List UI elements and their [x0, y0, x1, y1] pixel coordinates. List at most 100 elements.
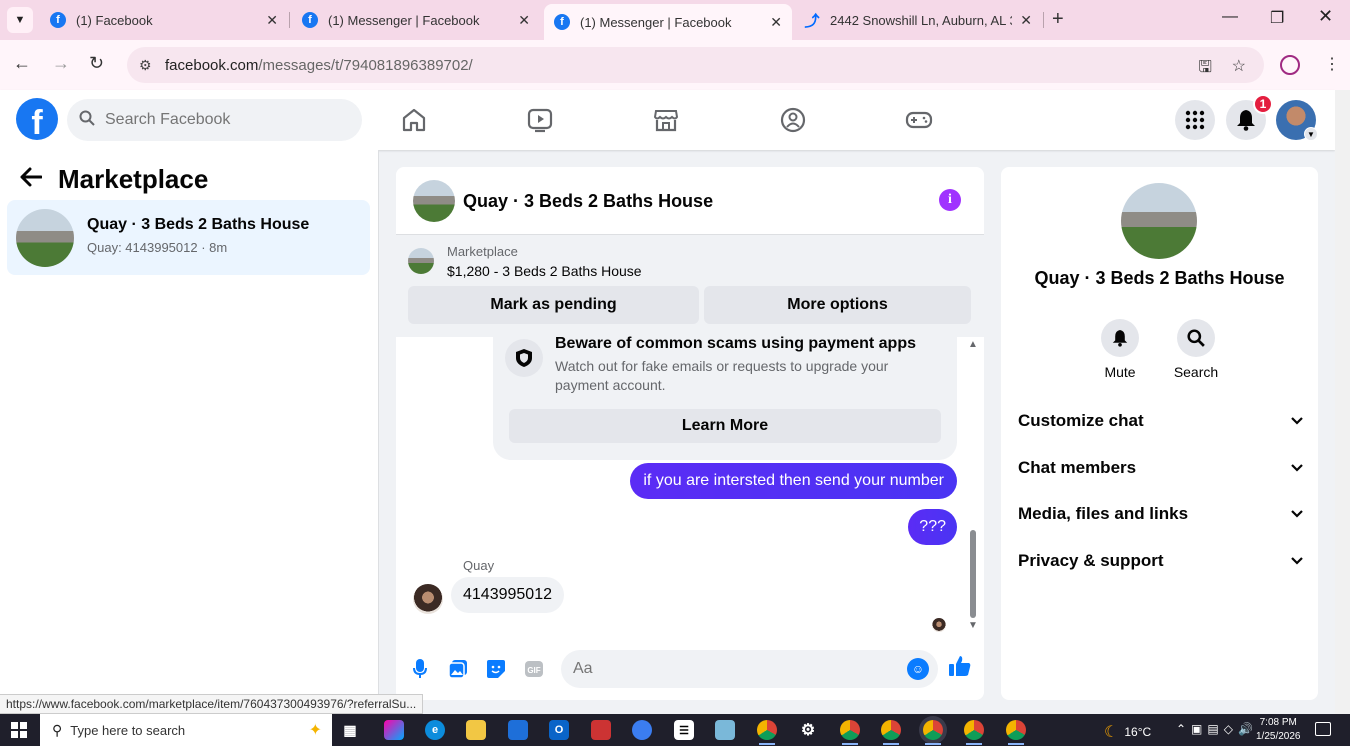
facebook-logo-letter: f — [31, 104, 43, 140]
windows-start-icon[interactable] — [11, 722, 27, 738]
browser-tab-zillow[interactable]: ⤴ 2442 Snowshill Ln, Auburn, AL 3 ✕ — [794, 4, 1042, 36]
facebook-search[interactable] — [67, 99, 362, 141]
copilot-icon[interactable] — [384, 720, 404, 740]
app-icon[interactable] — [632, 720, 652, 740]
app-icon[interactable]: ☰ — [674, 720, 694, 740]
close-tab-icon[interactable]: ✕ — [770, 14, 782, 31]
media-files-links-row[interactable]: Media, files and links — [1018, 502, 1303, 526]
message-thread[interactable]: Beware of common scams using payment app… — [396, 327, 984, 637]
clock-time: 7:08 PM — [1259, 717, 1297, 728]
close-window-icon[interactable]: ✕ — [1318, 6, 1333, 27]
sender-avatar[interactable] — [413, 584, 443, 614]
back-arrow-icon[interactable] — [20, 166, 43, 194]
message-input[interactable] — [573, 660, 893, 678]
tab-search-dropdown-icon[interactable]: ▼ — [7, 7, 33, 33]
back-icon[interactable]: ← — [13, 53, 31, 74]
system-tray-icons[interactable]: ⌃▣▤◇🔊 — [1176, 722, 1258, 736]
forward-icon[interactable]: → — [52, 53, 70, 74]
chat-members-row[interactable]: Chat members — [1018, 456, 1303, 480]
profile-icon[interactable] — [1280, 55, 1300, 75]
scroll-down-arrow-icon[interactable]: ▼ — [968, 620, 978, 631]
reload-icon[interactable]: ↻ — [89, 53, 104, 74]
browser-tab-messenger-active[interactable]: f (1) Messenger | Facebook ✕ — [544, 4, 792, 40]
listing-thumbnail[interactable] — [408, 248, 434, 274]
privacy-support-row[interactable]: Privacy & support — [1018, 549, 1303, 573]
new-tab-icon[interactable]: + — [1052, 8, 1064, 31]
gaming-icon[interactable] — [905, 106, 933, 134]
menu-grid-icon[interactable] — [1175, 100, 1215, 140]
restore-icon[interactable]: ❐ — [1270, 8, 1284, 28]
app-icon[interactable] — [591, 720, 611, 740]
temperature: 16°C — [1124, 725, 1152, 739]
microsoft-store-icon[interactable] — [508, 720, 528, 740]
chrome-icon[interactable] — [840, 720, 860, 745]
mark-as-pending-button[interactable]: Mark as pending — [408, 286, 699, 324]
chrome-icon[interactable] — [964, 720, 984, 745]
close-tab-icon[interactable]: ✕ — [266, 12, 278, 29]
url-domain: facebook.com — [165, 56, 259, 74]
listing-price-title[interactable]: $1,280 - 3 Beds 2 Baths House — [447, 263, 642, 279]
emoji-icon[interactable]: ☺ — [907, 658, 929, 680]
zillow-icon: ⤴ — [804, 12, 820, 30]
photo-icon[interactable] — [446, 657, 470, 681]
gif-icon[interactable]: GIF — [522, 657, 546, 681]
sticker-icon[interactable] — [484, 657, 508, 681]
facebook-logo[interactable]: f — [16, 98, 58, 140]
info-icon[interactable]: i — [939, 189, 961, 211]
url-path: /messages/t/794081896389702/ — [258, 56, 473, 74]
close-tab-icon[interactable]: ✕ — [518, 12, 530, 29]
chat-header: Quay · 3 Beds 2 Baths House i — [396, 167, 984, 235]
page-scrollbar[interactable] — [1335, 90, 1350, 714]
message-input-box[interactable]: ☺ — [561, 650, 938, 688]
minimize-icon[interactable]: — — [1222, 8, 1238, 26]
scroll-up-arrow-icon[interactable]: ▲ — [968, 339, 978, 350]
more-options-button[interactable]: More options — [704, 286, 971, 324]
site-info-icon[interactable]: ⚙ — [139, 57, 161, 74]
home-icon[interactable] — [400, 106, 428, 134]
microphone-icon[interactable] — [408, 657, 432, 681]
search-in-chat-button[interactable]: Search — [1166, 319, 1226, 380]
browser-tab-facebook[interactable]: f (1) Facebook ✕ — [40, 4, 288, 36]
chevron-down-icon[interactable]: ▼ — [1304, 127, 1318, 141]
outlook-icon[interactable]: O — [549, 720, 569, 740]
tab-divider — [1043, 12, 1044, 28]
edge-icon[interactable]: e — [425, 720, 445, 740]
notification-center-icon[interactable] — [1315, 722, 1331, 736]
outgoing-message[interactable]: if you are intersted then send your numb… — [630, 463, 957, 499]
chrome-icon[interactable] — [881, 720, 901, 745]
chrome-icon[interactable] — [923, 720, 943, 745]
groups-icon[interactable] — [779, 106, 807, 134]
conversation-item[interactable]: Quay · 3 Beds 2 Baths House Quay: 414399… — [7, 200, 370, 275]
install-app-icon[interactable]: 🖫 — [1198, 56, 1212, 83]
listing-thumbnail[interactable] — [1121, 183, 1197, 259]
chrome-icon[interactable] — [1006, 720, 1026, 745]
customize-chat-row[interactable]: Customize chat — [1018, 409, 1303, 433]
address-bar[interactable]: ⚙ facebook.com/messages/t/79408189638970… — [127, 47, 1264, 83]
video-icon[interactable] — [526, 106, 554, 134]
notepad-icon[interactable] — [715, 720, 735, 740]
facebook-icon: f — [302, 12, 318, 28]
taskbar-search[interactable]: ⚲ Type here to search ✦ — [40, 714, 332, 746]
bookmark-star-icon[interactable]: ☆ — [1232, 56, 1246, 76]
file-explorer-icon[interactable] — [466, 720, 486, 740]
weather-widget[interactable]: ☾ 16°C — [1104, 722, 1151, 742]
status-bar-url: https://www.facebook.com/marketplace/ite… — [0, 694, 424, 714]
outgoing-message[interactable]: ??? — [908, 509, 957, 545]
scrollbar-thumb[interactable] — [970, 530, 976, 618]
listing-thumbnail[interactable] — [413, 180, 455, 222]
thumbs-up-icon[interactable] — [948, 654, 972, 678]
search-input[interactable] — [105, 111, 345, 129]
incoming-message[interactable]: 4143995012 — [451, 577, 564, 613]
section-label: Customize chat — [1018, 411, 1144, 430]
marketplace-icon[interactable] — [652, 106, 680, 134]
close-tab-icon[interactable]: ✕ — [1020, 12, 1032, 29]
mute-button[interactable]: Mute — [1090, 319, 1150, 380]
chat-title[interactable]: Quay · 3 Beds 2 Baths House — [463, 191, 713, 212]
task-view-icon[interactable]: ▦ — [340, 720, 360, 740]
learn-more-button[interactable]: Learn More — [509, 409, 941, 443]
chrome-icon[interactable] — [757, 720, 777, 745]
settings-gear-icon[interactable]: ⚙ — [798, 720, 818, 740]
taskbar-clock[interactable]: 7:08 PM 1/25/2026 — [1256, 716, 1301, 744]
browser-menu-icon[interactable]: ⋮ — [1324, 54, 1340, 74]
browser-tab-messenger[interactable]: f (1) Messenger | Facebook ✕ — [292, 4, 540, 36]
